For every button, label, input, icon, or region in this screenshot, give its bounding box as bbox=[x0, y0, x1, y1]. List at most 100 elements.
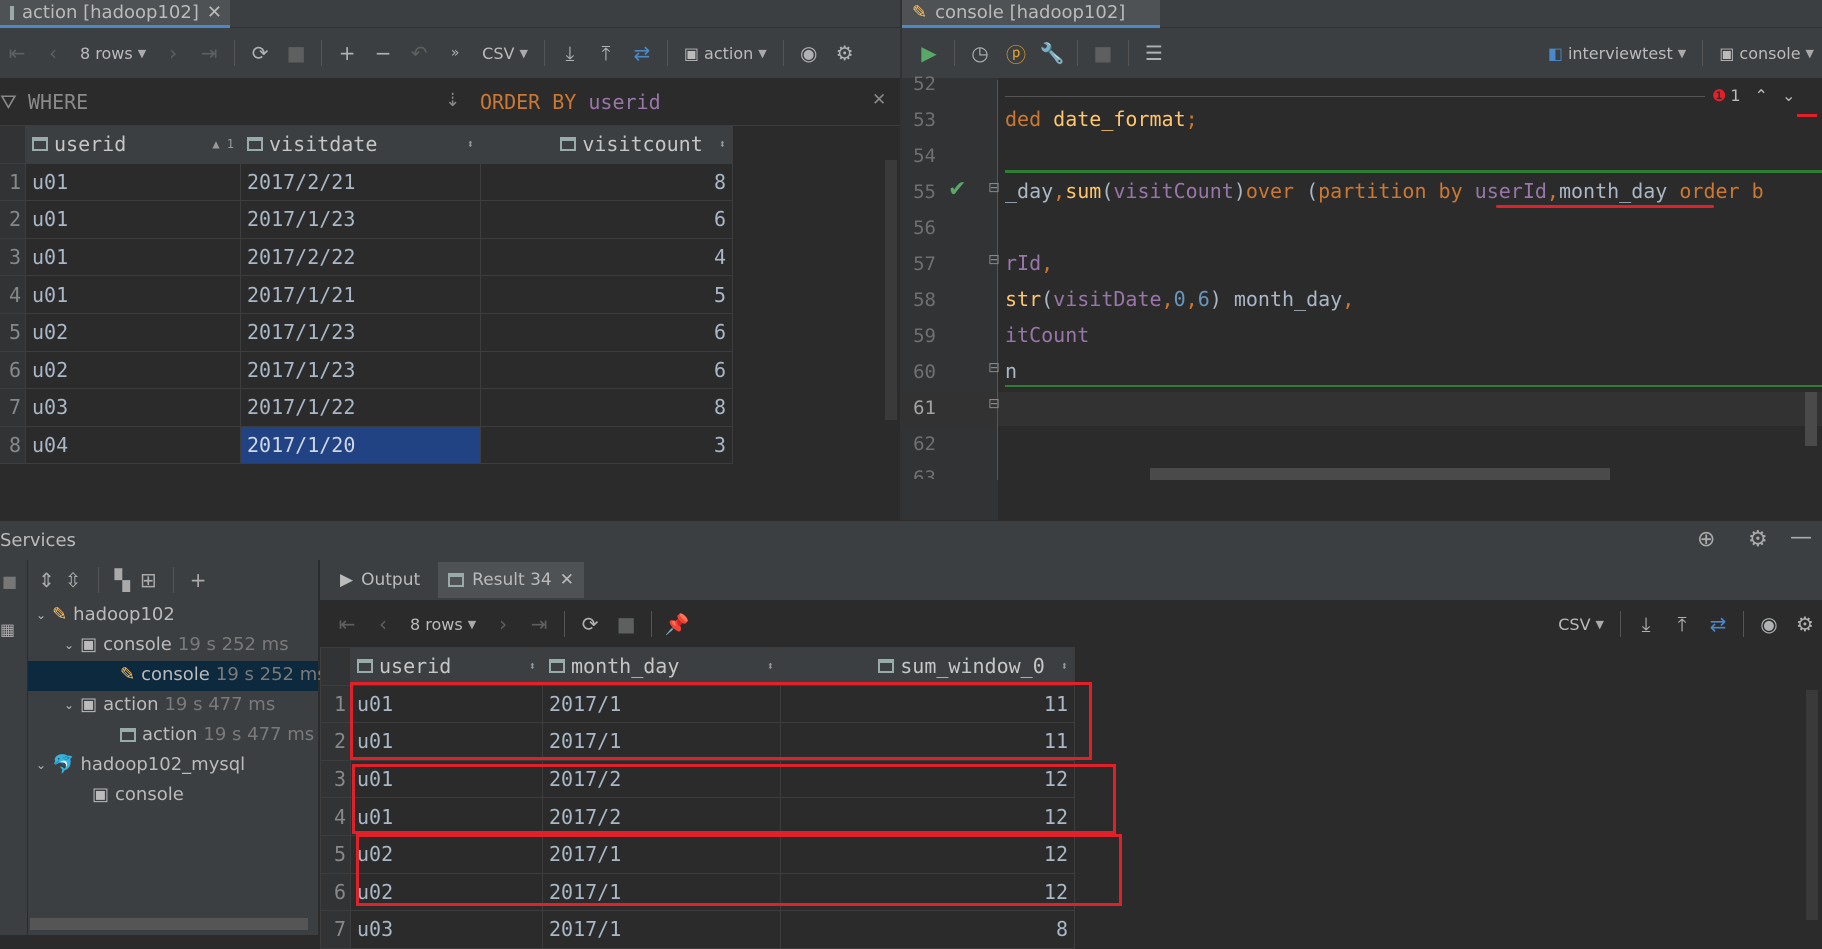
next-page-icon[interactable]: › bbox=[156, 36, 190, 70]
pin-icon[interactable]: 📌 bbox=[660, 607, 694, 641]
fold-icon[interactable]: ⊟ bbox=[988, 180, 1000, 196]
minimize-icon[interactable]: — bbox=[1790, 525, 1812, 550]
expand-all-icon[interactable]: ⇕ bbox=[38, 568, 55, 592]
schema-selector[interactable]: ◧ interviewtest ▼ bbox=[1540, 44, 1694, 63]
cell-visitcount[interactable]: 4 bbox=[480, 237, 733, 277]
tree-item-action-group[interactable]: ⌄ ▣ action 19 s 477 ms bbox=[64, 694, 275, 715]
upload-icon[interactable]: ⤒ bbox=[1665, 607, 1699, 641]
table-row[interactable]: 7 u03 2017/1/22 8 bbox=[0, 388, 733, 427]
prev-page-icon[interactable]: ‹ bbox=[366, 607, 400, 641]
gear-icon[interactable]: ⚙ bbox=[828, 36, 862, 70]
table-row[interactable]: 2 u01 2017/1/23 6 bbox=[0, 200, 733, 239]
add-row-icon[interactable]: + bbox=[330, 36, 364, 70]
cell-userid[interactable]: u02 bbox=[25, 312, 241, 352]
left-scrollbar[interactable] bbox=[885, 160, 897, 420]
column-header-visitcount[interactable]: visitcount ⬍ bbox=[480, 125, 733, 164]
revert-icon[interactable]: ↶ bbox=[402, 36, 436, 70]
tab-console[interactable]: ✎ console [hadoop102] bbox=[902, 0, 1160, 28]
cell-visitcount[interactable]: 6 bbox=[480, 350, 733, 390]
cell-visitdate[interactable]: 2017/1/21 bbox=[240, 275, 481, 314]
close-icon[interactable]: ✕ bbox=[872, 90, 886, 110]
session-selector[interactable]: ▣ console ▼ bbox=[1711, 44, 1822, 63]
next-page-icon[interactable]: › bbox=[486, 607, 520, 641]
tab-action[interactable]: action [hadoop102] ✕ bbox=[0, 0, 230, 28]
stop-icon[interactable]: ■ bbox=[609, 607, 643, 641]
format-selector[interactable]: CSV ▼ bbox=[474, 44, 536, 63]
target-icon[interactable]: ⊕ bbox=[1697, 527, 1715, 552]
table-row[interactable]: 5 u02 2017/1/23 6 bbox=[0, 312, 733, 352]
first-page-icon[interactable]: ⇤ bbox=[330, 607, 364, 641]
table-row[interactable]: 8 u04 2017/1/20 3 bbox=[0, 425, 733, 465]
chevron-up-icon[interactable]: ⌃ bbox=[1755, 86, 1768, 105]
column-header-sum-window[interactable]: sum_window_0 ⬍ bbox=[780, 647, 1075, 686]
cell-userid[interactable]: u01 bbox=[25, 237, 241, 277]
tree-item-mysql-console[interactable]: ▣ console bbox=[92, 784, 184, 805]
run-icon[interactable]: ▶ bbox=[912, 36, 946, 70]
cell-userid[interactable]: u01 bbox=[25, 275, 241, 314]
wrench-icon[interactable]: 🔧 bbox=[1035, 36, 1069, 70]
cell-visitdate[interactable]: 2017/1/22 bbox=[240, 388, 481, 427]
cell-visitdate[interactable]: 2017/1/23 bbox=[240, 312, 481, 352]
eye-icon[interactable]: ◉ bbox=[1752, 607, 1786, 641]
layout-icon[interactable]: ▦ bbox=[0, 620, 15, 639]
cell-visitdate-selected[interactable]: 2017/1/20 bbox=[240, 425, 481, 465]
upload-icon[interactable]: ⤒ bbox=[589, 36, 623, 70]
table-row[interactable]: 6 u02 2017/1/23 6 bbox=[0, 350, 733, 390]
first-page-icon[interactable]: ⇤ bbox=[0, 36, 34, 70]
compare-icon[interactable]: ⇄ bbox=[625, 36, 659, 70]
more-icon[interactable]: » bbox=[438, 36, 472, 70]
tree-item-console[interactable]: ✎ console 19 s 252 ms bbox=[120, 664, 327, 685]
cell-visitcount[interactable]: 5 bbox=[480, 275, 733, 314]
table-row[interactable]: 3 u01 2017/2/22 4 bbox=[0, 237, 733, 277]
cell-userid[interactable]: u01 bbox=[25, 200, 241, 239]
new-tab-icon[interactable]: ⊞ bbox=[140, 568, 157, 592]
column-header-visitdate[interactable]: visitdate ⬍ bbox=[240, 125, 481, 164]
cell-visitcount[interactable]: 6 bbox=[480, 312, 733, 352]
session-selector[interactable]: ▣ action ▼ bbox=[676, 44, 775, 63]
cell-visitdate[interactable]: 2017/1/23 bbox=[240, 200, 481, 239]
tree-item-console-group[interactable]: ⌄ ▣ console 19 s 252 ms bbox=[64, 634, 289, 655]
where-input[interactable]: WHERE bbox=[28, 90, 88, 114]
tree-item-action[interactable]: action 19 s 477 ms bbox=[120, 724, 314, 745]
rows-selector[interactable]: 8 rows ▼ bbox=[72, 44, 154, 63]
fold-icon[interactable]: ⊟ bbox=[988, 252, 1000, 268]
stop-icon[interactable]: ■ bbox=[1086, 36, 1120, 70]
tab-result[interactable]: Result 34 ✕ bbox=[438, 562, 584, 598]
close-icon[interactable]: ✕ bbox=[207, 2, 222, 23]
table-row[interactable]: 1 u01 2017/2/21 8 bbox=[0, 162, 733, 202]
fold-icon[interactable]: ⊟ bbox=[988, 360, 1000, 376]
cell-userid[interactable]: u01 bbox=[25, 162, 241, 202]
delete-row-icon[interactable]: − bbox=[366, 36, 400, 70]
editor-hscrollbar[interactable] bbox=[1150, 468, 1610, 480]
cell-visitcount[interactable]: 8 bbox=[480, 162, 733, 202]
cell-visitcount[interactable]: 3 bbox=[480, 425, 733, 465]
gear-icon[interactable]: ⚙ bbox=[1748, 527, 1768, 552]
column-header-month-day[interactable]: month_day ⬍ bbox=[542, 647, 781, 686]
table-view-icon[interactable]: ☰ bbox=[1137, 36, 1171, 70]
compare-icon[interactable]: ⇄ bbox=[1701, 607, 1735, 641]
last-page-icon[interactable]: ⇥ bbox=[192, 36, 226, 70]
editor-vscrollbar[interactable] bbox=[1805, 392, 1817, 446]
cell-userid[interactable]: u03 bbox=[25, 388, 241, 427]
history-icon[interactable]: ◷ bbox=[963, 36, 997, 70]
group-icon[interactable]: ▚ bbox=[115, 568, 130, 592]
table-row[interactable]: 4 u01 2017/1/21 5 bbox=[0, 275, 733, 314]
order-by-input[interactable]: ORDER BY userid bbox=[480, 90, 661, 114]
column-header-userid[interactable]: userid ⬍ bbox=[350, 647, 543, 686]
add-icon[interactable]: + bbox=[190, 568, 207, 592]
close-icon[interactable]: ✕ bbox=[560, 570, 574, 590]
chevron-down-icon[interactable]: ⌄ bbox=[1782, 86, 1795, 105]
eye-icon[interactable]: ◉ bbox=[792, 36, 826, 70]
tab-output[interactable]: ▶ Output bbox=[340, 570, 420, 590]
cell-userid[interactable]: u02 bbox=[25, 350, 241, 390]
cell-visitcount[interactable]: 8 bbox=[480, 388, 733, 427]
download-icon[interactable]: ⤓ bbox=[553, 36, 587, 70]
stop-icon[interactable]: ■ bbox=[279, 36, 313, 70]
result-vscrollbar[interactable] bbox=[1806, 690, 1818, 920]
tree-hscrollbar[interactable] bbox=[30, 918, 308, 930]
table-row[interactable]: 7 u03 2017/1 8 bbox=[320, 910, 1075, 949]
column-header-userid[interactable]: userid ▲ 1 bbox=[25, 125, 241, 164]
cell-visitcount[interactable]: 6 bbox=[480, 200, 733, 239]
cell-visitdate[interactable]: 2017/2/21 bbox=[240, 162, 481, 202]
cell-sum-window[interactable]: 8 bbox=[780, 910, 1075, 949]
